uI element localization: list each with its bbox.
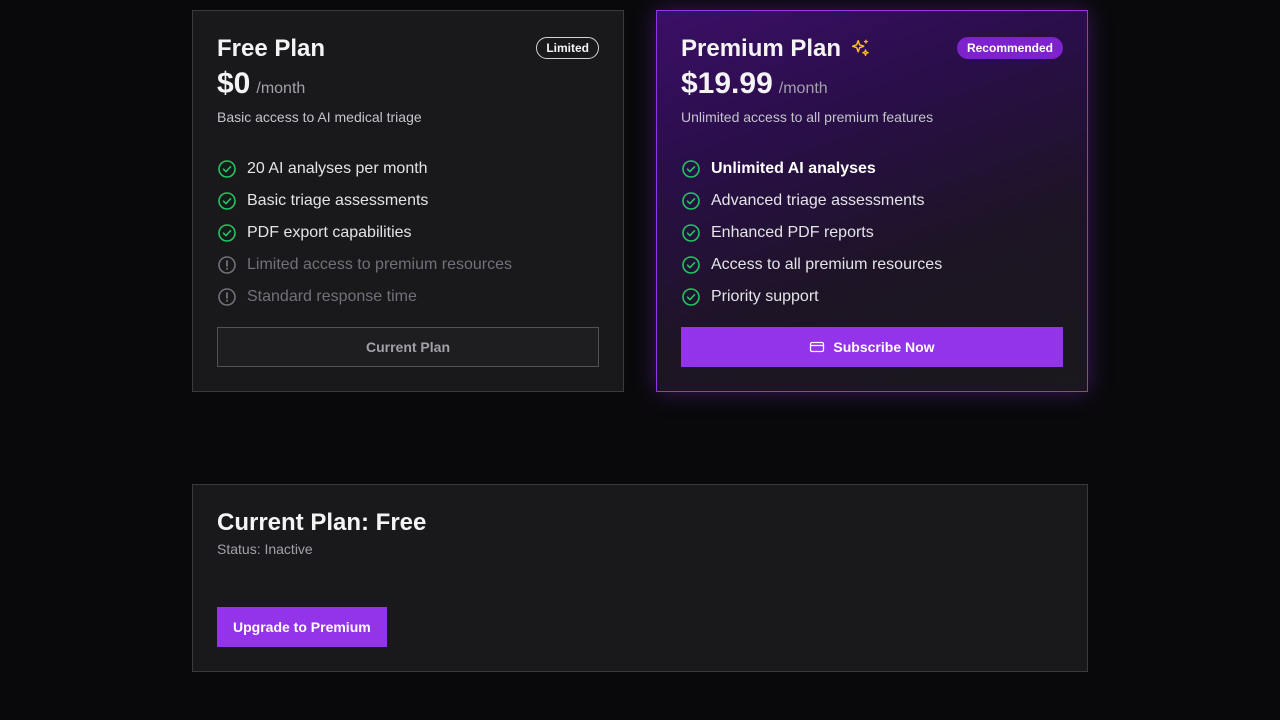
feature-item: Standard response time (217, 281, 512, 313)
recommended-badge: Recommended (956, 37, 1063, 59)
check-circle-icon (682, 160, 700, 178)
free-plan-description: Basic access to AI medical triage (217, 109, 422, 125)
free-plan-card: Free Plan Limited $0 /month Basic access… (192, 10, 624, 392)
feature-label: Limited access to premium resources (247, 256, 512, 273)
feature-item: Unlimited AI analyses (681, 153, 942, 185)
feature-item: Enhanced PDF reports (681, 217, 942, 249)
feature-item: Priority support (681, 281, 942, 313)
premium-plan-description: Unlimited access to all premium features (681, 109, 934, 125)
premium-plan-price: $19.99 /month (681, 67, 828, 101)
current-plan-title: Current Plan: Free (217, 509, 427, 536)
credit-card-icon (810, 341, 825, 353)
feature-label: Access to all premium resources (711, 256, 943, 273)
feature-item: Limited access to premium resources (217, 249, 512, 281)
feature-label: Basic triage assessments (247, 192, 429, 209)
feature-item: PDF export capabilities (217, 217, 512, 249)
price-period: /month (256, 80, 306, 97)
check-circle-icon (218, 160, 236, 178)
feature-item: Basic triage assessments (217, 185, 512, 217)
check-circle-icon (218, 192, 236, 210)
premium-plan-title: Premium Plan (681, 35, 842, 62)
free-plan-title: Free Plan (217, 35, 326, 62)
current-plan-button[interactable]: Current Plan (217, 327, 599, 367)
subscribe-now-button[interactable]: Subscribe Now (681, 327, 1063, 367)
free-plan-features: 20 AI analyses per month Basic triage as… (217, 153, 512, 313)
premium-plan-features: Unlimited AI analyses Advanced triage as… (681, 153, 942, 313)
free-plan-price: $0 /month (217, 67, 305, 101)
premium-plan-card: Premium Plan Recommended $19.99 /month U… (656, 10, 1088, 392)
alert-circle-icon (218, 288, 236, 306)
feature-item: Access to all premium resources (681, 249, 942, 281)
upgrade-to-premium-button[interactable]: Upgrade to Premium (217, 607, 387, 647)
subscription-status-card: Current Plan: Free Status: Inactive Upgr… (192, 484, 1088, 672)
price-period: /month (778, 80, 828, 97)
sparkles-icon (851, 39, 869, 57)
limited-badge: Limited (536, 37, 599, 59)
feature-label: Unlimited AI analyses (711, 160, 876, 177)
feature-label: Enhanced PDF reports (711, 224, 874, 241)
status-text: Status: Inactive (217, 541, 313, 557)
feature-item: 20 AI analyses per month (217, 153, 512, 185)
check-circle-icon (682, 288, 700, 306)
alert-circle-icon (218, 256, 236, 274)
feature-item: Advanced triage assessments (681, 185, 942, 217)
check-circle-icon (682, 224, 700, 242)
feature-label: PDF export capabilities (247, 224, 412, 241)
feature-label: 20 AI analyses per month (247, 160, 428, 177)
feature-label: Advanced triage assessments (711, 192, 925, 209)
premium-plan-title-row: Premium Plan (681, 35, 871, 63)
price-amount: $19.99 (681, 67, 773, 100)
check-circle-icon (682, 192, 700, 210)
subscribe-now-label: Subscribe Now (833, 339, 935, 355)
feature-label: Standard response time (247, 288, 417, 305)
check-circle-icon (682, 256, 700, 274)
price-amount: $0 (217, 67, 251, 100)
feature-label: Priority support (711, 288, 819, 305)
check-circle-icon (218, 224, 236, 242)
